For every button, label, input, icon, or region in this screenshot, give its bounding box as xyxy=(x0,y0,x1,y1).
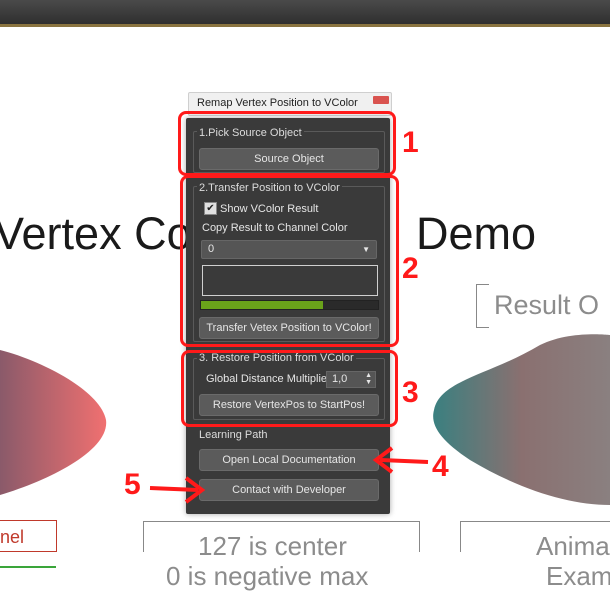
result-label: Result O xyxy=(494,290,600,320)
callout-number-3: 3 xyxy=(402,376,419,409)
callout-number-5: 5 xyxy=(124,468,141,501)
learning-path-label: Learning Path xyxy=(197,429,270,441)
callout-arrow-5 xyxy=(149,476,206,504)
callout-number-2: 2 xyxy=(402,252,419,285)
callout-arrow-4 xyxy=(372,446,429,474)
center-text-line-1: 127 is center xyxy=(198,531,347,561)
background-title-left: Vertex Co xyxy=(0,208,192,259)
app-top-bar xyxy=(0,0,610,24)
top-bar-accent-line xyxy=(0,24,610,27)
result-bracket xyxy=(476,284,489,328)
right-gradient-shape xyxy=(433,334,610,505)
background-title-right: Demo xyxy=(416,208,537,259)
contact-developer-button[interactable]: Contact with Developer xyxy=(199,479,379,501)
window-title: Remap Vertex Position to VColor xyxy=(197,97,358,109)
right-text-line-2: Exam xyxy=(546,561,610,591)
callout-box-3 xyxy=(181,350,398,427)
close-icon[interactable] xyxy=(373,96,389,104)
callout-box-1 xyxy=(178,111,396,176)
callout-number-4: 4 xyxy=(432,450,449,483)
center-text-line-2: 0 is negative max xyxy=(166,561,369,591)
right-text-line-1: Anima xyxy=(536,531,610,561)
callout-box-2 xyxy=(180,175,399,347)
left-gradient-shape xyxy=(0,350,107,495)
open-documentation-button[interactable]: Open Local Documentation xyxy=(199,449,379,471)
left-red-text: nel xyxy=(0,527,25,547)
left-green-line xyxy=(0,566,56,568)
callout-number-1: 1 xyxy=(402,126,419,159)
